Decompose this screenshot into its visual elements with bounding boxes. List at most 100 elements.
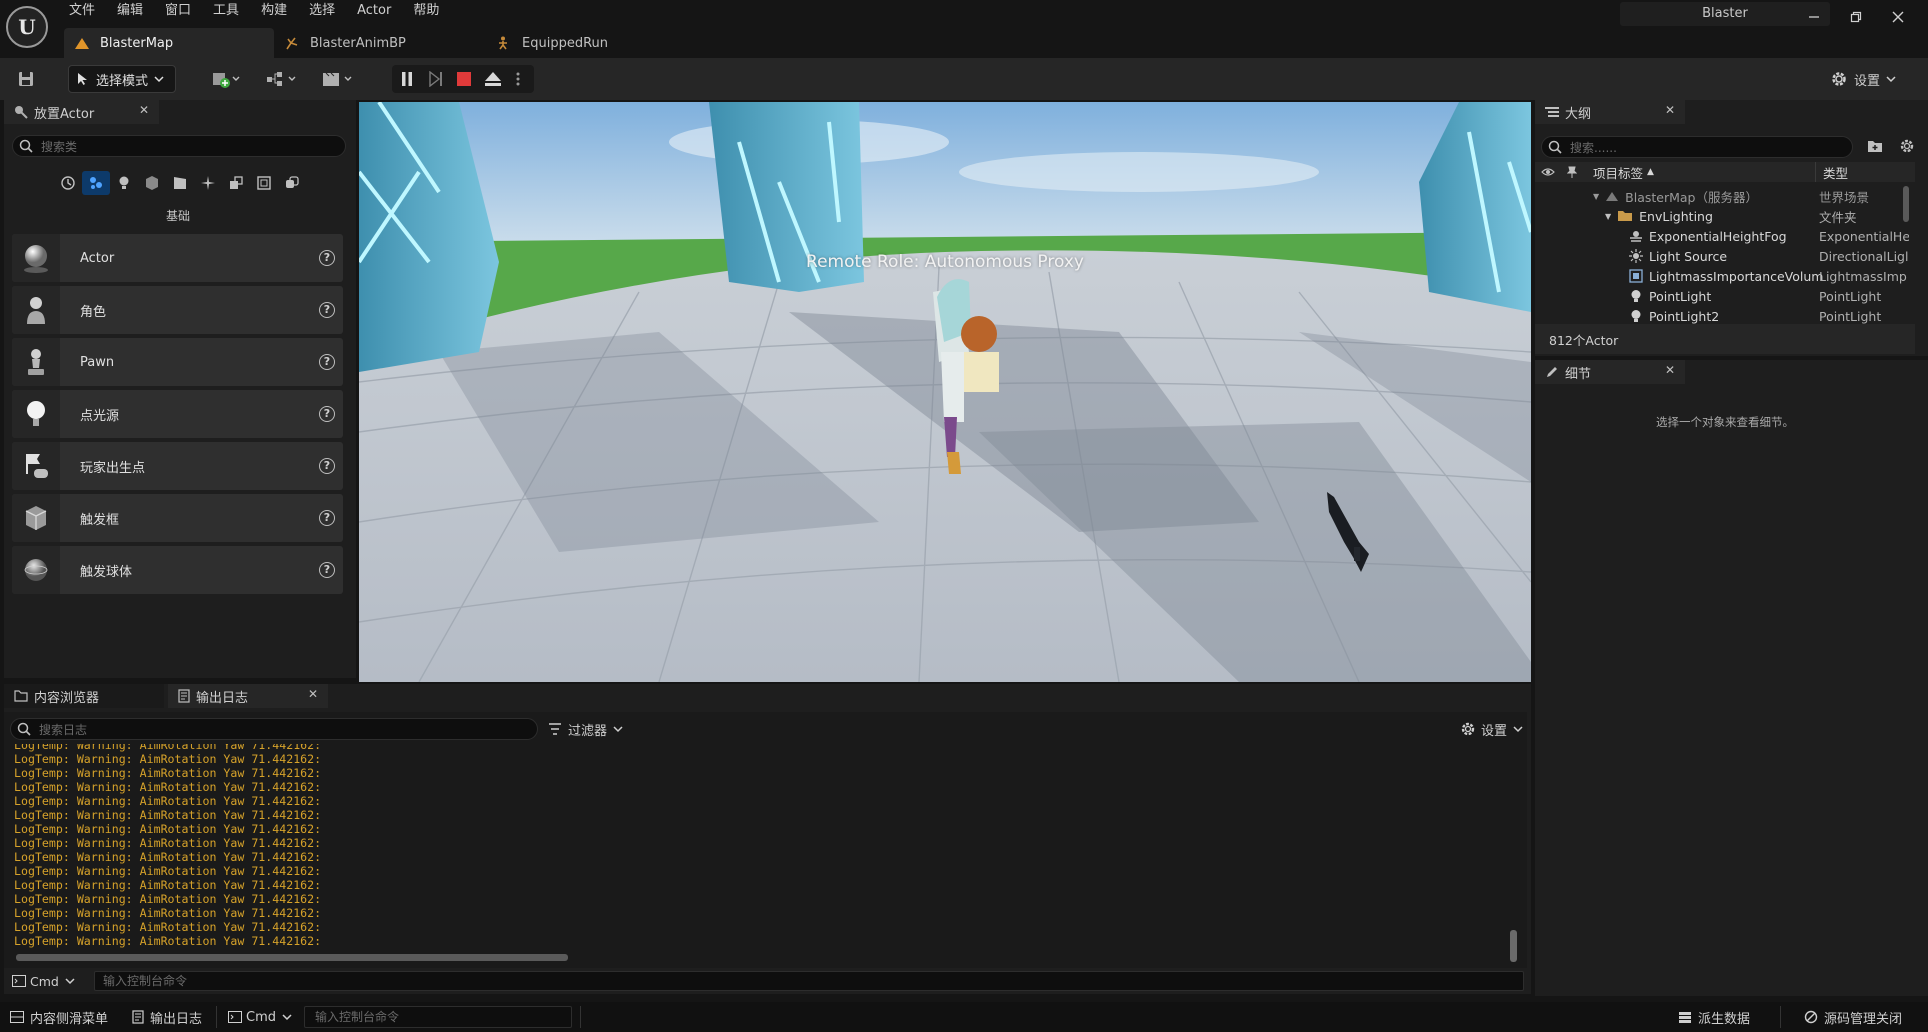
unreal-logo-icon[interactable]: U xyxy=(6,6,48,48)
derived-data-button[interactable]: 派生数据 xyxy=(1678,1002,1750,1032)
actor-item-player-start[interactable]: 玩家出生点 ? xyxy=(12,442,343,490)
actor-search-input[interactable]: 搜索类 xyxy=(12,135,346,157)
more-options-icon[interactable] xyxy=(508,65,528,93)
actor-item-point-light[interactable]: 点光源 ? xyxy=(12,390,343,438)
close-icon[interactable]: ✕ xyxy=(1665,363,1675,377)
outliner-scrollbar[interactable] xyxy=(1903,186,1909,222)
shapes-icon[interactable] xyxy=(138,171,166,195)
save-icon[interactable] xyxy=(12,65,40,93)
collapse-arrow-icon[interactable]: ▼ xyxy=(1593,192,1599,201)
menu-file[interactable]: 文件 xyxy=(58,0,106,24)
step-forward-icon[interactable] xyxy=(422,65,450,93)
cinematics-button[interactable] xyxy=(318,65,358,93)
outliner-row[interactable]: PointLight2 PointLight xyxy=(1535,306,1915,326)
tab-content-browser[interactable]: 内容浏览器 xyxy=(4,684,164,708)
tab-blastermap[interactable]: BlasterMap xyxy=(64,28,274,58)
help-icon[interactable]: ? xyxy=(319,562,335,578)
filter-dropdown[interactable]: 过滤器 xyxy=(548,718,623,740)
tab-label: BlasterMap xyxy=(100,35,174,51)
outliner-row[interactable]: LightmassImportanceVolum LightmassImp xyxy=(1535,266,1915,286)
clapperboard-icon xyxy=(321,70,355,88)
outliner-row[interactable]: Light Source DirectionalLigl xyxy=(1535,246,1915,266)
cmd-dropdown[interactable]: Cmd xyxy=(12,974,82,989)
pause-icon[interactable] xyxy=(392,65,422,93)
log-horizontal-scrollbar[interactable] xyxy=(16,954,568,961)
mode-select-dropdown[interactable]: 选择模式 xyxy=(68,65,176,93)
help-icon[interactable]: ? xyxy=(319,458,335,474)
outliner-row[interactable]: ▼ BlasterMap（服务器） 世界场景 xyxy=(1535,186,1915,206)
menu-select[interactable]: 选择 xyxy=(298,0,346,24)
blueprint-button[interactable] xyxy=(262,65,302,93)
basic-shapes-icon[interactable] xyxy=(82,171,110,195)
log-vertical-scrollbar[interactable] xyxy=(1510,930,1517,962)
column-type-header[interactable]: 类型 xyxy=(1823,163,1848,182)
add-content-button[interactable] xyxy=(206,65,246,93)
tab-place-actors[interactable]: 放置Actor ✕ xyxy=(4,100,159,124)
restore-icon[interactable] xyxy=(1838,4,1874,30)
actor-item-pawn[interactable]: Pawn ? xyxy=(12,338,343,386)
close-icon[interactable]: ✕ xyxy=(139,103,149,117)
column-divider xyxy=(1815,162,1816,182)
actor-item-character[interactable]: 角色 ? xyxy=(12,286,343,334)
log-search-input[interactable]: 搜索日志 xyxy=(10,718,538,740)
pin-icon[interactable] xyxy=(1567,166,1577,178)
menu-build[interactable]: 构建 xyxy=(250,0,298,24)
visual-effects-icon[interactable] xyxy=(194,171,222,195)
statusbar-command-input[interactable]: 输入控制台命令 xyxy=(304,1006,572,1028)
log-lines[interactable]: LogTemp: Warning: AimRotation Yaw 71.442… xyxy=(14,744,1494,956)
eye-icon[interactable] xyxy=(1541,167,1555,177)
log-settings-button[interactable]: 设置 xyxy=(1460,718,1523,740)
log-line: LogTemp: Warning: AimRotation Yaw 71.442… xyxy=(14,744,322,752)
tab-details[interactable]: 细节 ✕ xyxy=(1535,360,1685,384)
content-drawer-button[interactable]: 内容侧滑菜单 xyxy=(10,1002,108,1032)
menu-tools[interactable]: 工具 xyxy=(202,0,250,24)
cinematic-icon[interactable] xyxy=(166,171,194,195)
outliner-row[interactable]: PointLight PointLight xyxy=(1535,286,1915,306)
help-icon[interactable]: ? xyxy=(319,250,335,266)
actor-item-trigger-sphere[interactable]: 触发球体 ? xyxy=(12,546,343,594)
tab-equippedrun[interactable]: EquippedRun xyxy=(486,28,666,58)
close-icon[interactable]: ✕ xyxy=(1665,103,1675,117)
tab-output-log[interactable]: 输出日志 ✕ xyxy=(168,684,328,708)
eject-icon[interactable] xyxy=(478,65,508,93)
cmd-dropdown[interactable]: Cmd xyxy=(228,1002,292,1032)
all-classes-icon[interactable] xyxy=(278,171,306,195)
recent-icon[interactable] xyxy=(54,171,82,195)
menu-actor[interactable]: Actor xyxy=(346,0,402,24)
column-label-header[interactable]: 项目标签 xyxy=(1593,163,1643,182)
help-icon[interactable]: ? xyxy=(319,510,335,526)
level-viewport[interactable]: Remote Role: Autonomous Proxy xyxy=(359,102,1531,682)
log-line: LogTemp: Warning: AimRotation Yaw 71.442… xyxy=(14,892,322,906)
minimize-icon[interactable] xyxy=(1796,4,1832,30)
help-icon[interactable]: ? xyxy=(319,302,335,318)
menu-help[interactable]: 帮助 xyxy=(402,0,450,24)
lights-icon[interactable] xyxy=(110,171,138,195)
volumes-icon[interactable] xyxy=(250,171,278,195)
settings-button[interactable]: 设置 xyxy=(1830,65,1920,93)
help-icon[interactable]: ? xyxy=(319,354,335,370)
gear-icon[interactable] xyxy=(1899,138,1915,154)
tab-outliner[interactable]: 大纲 ✕ xyxy=(1535,100,1685,124)
filter-icon xyxy=(548,723,562,735)
outliner-search-input[interactable]: 搜索...... xyxy=(1541,136,1853,158)
console-command-input[interactable]: 输入控制台命令 xyxy=(94,971,1524,991)
document-tabs: BlasterMap BlasterAnimBP EquippedRun xyxy=(64,28,666,58)
output-log-button[interactable]: 输出日志 xyxy=(132,1002,202,1032)
collapse-arrow-icon[interactable]: ▼ xyxy=(1605,212,1611,221)
outliner-row[interactable]: ExponentialHeightFog ExponentialHe xyxy=(1535,226,1915,246)
actor-item-actor[interactable]: Actor ? xyxy=(12,234,343,282)
close-icon[interactable]: ✕ xyxy=(308,687,318,701)
geometry-icon[interactable] xyxy=(222,171,250,195)
stop-icon[interactable] xyxy=(450,65,478,93)
actor-item-trigger-box[interactable]: 触发框 ? xyxy=(12,494,343,542)
close-icon[interactable] xyxy=(1880,4,1916,30)
menu-window[interactable]: 窗口 xyxy=(154,0,202,24)
menu-edit[interactable]: 编辑 xyxy=(106,0,154,24)
outliner-row[interactable]: ▼ EnvLighting 文件夹 xyxy=(1535,206,1915,226)
help-icon[interactable]: ? xyxy=(319,406,335,422)
tab-blasteranimbp[interactable]: BlasterAnimBP xyxy=(274,28,486,58)
status-divider xyxy=(580,1006,581,1028)
source-control-off-icon xyxy=(1804,1010,1818,1024)
add-folder-icon[interactable] xyxy=(1867,138,1883,154)
source-control-button[interactable]: 源码管理关闭 xyxy=(1804,1002,1902,1032)
